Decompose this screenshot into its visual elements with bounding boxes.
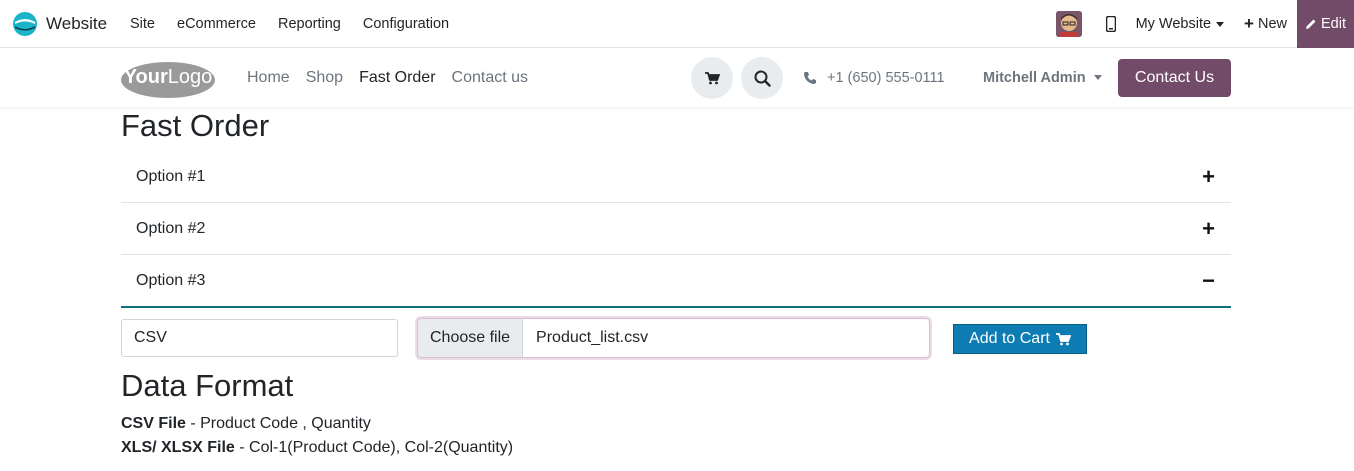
chevron-down-icon bbox=[1216, 21, 1225, 27]
your-logo-image: YourLogo bbox=[121, 62, 215, 98]
app-brand[interactable]: Website bbox=[12, 10, 107, 38]
cart-button[interactable] bbox=[691, 57, 733, 99]
new-label: New bbox=[1257, 16, 1287, 32]
pencil-icon bbox=[1306, 19, 1316, 29]
site-nav: Home Shop Fast Order Contact us bbox=[247, 48, 544, 107]
user-menu[interactable]: Mitchell Admin bbox=[983, 48, 1102, 107]
accordion-option-1[interactable]: Option #1 + bbox=[121, 151, 1231, 203]
user-avatar[interactable] bbox=[1055, 11, 1082, 37]
shopping-cart-icon bbox=[704, 71, 720, 84]
shopping-cart-icon bbox=[1055, 332, 1071, 345]
website-app-icon bbox=[13, 12, 37, 36]
add-to-cart-button[interactable]: Add to Cart bbox=[953, 324, 1087, 354]
edit-label: Edit bbox=[1321, 16, 1346, 32]
edit-button[interactable]: Edit bbox=[1297, 0, 1354, 48]
nav-contact-us[interactable]: Contact us bbox=[452, 69, 528, 87]
website-switcher-label: My Website bbox=[1135, 16, 1212, 32]
options-accordion: Option #1 + Option #2 + Option #3 − bbox=[121, 151, 1231, 308]
website-switcher[interactable]: My Website bbox=[1135, 16, 1225, 32]
file-format-field[interactable]: CSV bbox=[121, 319, 398, 357]
xls-format-line: XLS/ XLSX File - Col-1(Product Code), Co… bbox=[121, 439, 513, 457]
search-button[interactable] bbox=[741, 57, 783, 99]
avatar-icon bbox=[1055, 11, 1082, 37]
csv-format-line: CSV File - Product Code , Quantity bbox=[121, 415, 371, 433]
csv-format-label: CSV File bbox=[121, 415, 186, 432]
site-header: YourLogo Home Shop Fast Order Contact us… bbox=[0, 48, 1354, 107]
csv-format-desc: - Product Code , Quantity bbox=[185, 415, 371, 432]
svg-text:YourLogo: YourLogo bbox=[124, 66, 213, 88]
nav-home[interactable]: Home bbox=[247, 69, 290, 87]
new-button[interactable]: + New bbox=[1244, 14, 1287, 34]
data-format-title: Data Format bbox=[121, 368, 294, 403]
file-upload-input[interactable]: Choose file Product_list.csv bbox=[417, 318, 930, 358]
accordion-option-3[interactable]: Option #3 − bbox=[121, 255, 1231, 308]
search-icon bbox=[754, 70, 771, 87]
admin-menu: Site eCommerce Reporting Configuration bbox=[130, 0, 471, 48]
contact-us-button[interactable]: Contact Us bbox=[1118, 59, 1231, 97]
app-name: Website bbox=[46, 14, 108, 33]
file-format-value: CSV bbox=[134, 329, 167, 346]
menu-ecommerce[interactable]: eCommerce bbox=[177, 16, 256, 32]
admin-actions: My Website + New Edit bbox=[1055, 0, 1354, 48]
nav-fast-order[interactable]: Fast Order bbox=[359, 69, 435, 87]
phone-number: +1 (650) 555-0111 bbox=[827, 69, 945, 86]
selected-file-name: Product_list.csv bbox=[536, 329, 649, 346]
plus-icon: + bbox=[1244, 14, 1254, 33]
plus-icon: + bbox=[1202, 215, 1215, 241]
chevron-down-icon bbox=[1093, 75, 1102, 80]
menu-configuration[interactable]: Configuration bbox=[363, 16, 449, 32]
accordion-option-2[interactable]: Option #2 + bbox=[121, 203, 1231, 255]
mobile-preview-icon[interactable] bbox=[1105, 16, 1116, 32]
plus-icon: + bbox=[1202, 163, 1215, 189]
add-to-cart-label: Add to Cart bbox=[969, 330, 1050, 347]
choose-file-button[interactable]: Choose file bbox=[418, 319, 524, 357]
page-title: Fast Order bbox=[121, 108, 270, 143]
admin-navbar: Website Site eCommerce Reporting Configu… bbox=[0, 0, 1354, 48]
phone-icon bbox=[804, 71, 816, 84]
user-name: Mitchell Admin bbox=[983, 69, 1086, 86]
xls-format-label: XLS/ XLSX File bbox=[121, 439, 235, 456]
menu-reporting[interactable]: Reporting bbox=[278, 16, 341, 32]
option-label: Option #3 bbox=[136, 271, 206, 289]
option-label: Option #2 bbox=[136, 219, 206, 237]
site-logo[interactable]: YourLogo bbox=[120, 57, 216, 99]
minus-icon: − bbox=[1202, 267, 1215, 293]
nav-shop[interactable]: Shop bbox=[306, 69, 343, 87]
xls-format-desc: - Col-1(Product Code), Col-2(Quantity) bbox=[234, 439, 514, 456]
option-label: Option #1 bbox=[136, 167, 206, 185]
menu-site[interactable]: Site bbox=[130, 16, 155, 32]
phone-contact[interactable]: +1 (650) 555-0111 bbox=[803, 48, 945, 107]
